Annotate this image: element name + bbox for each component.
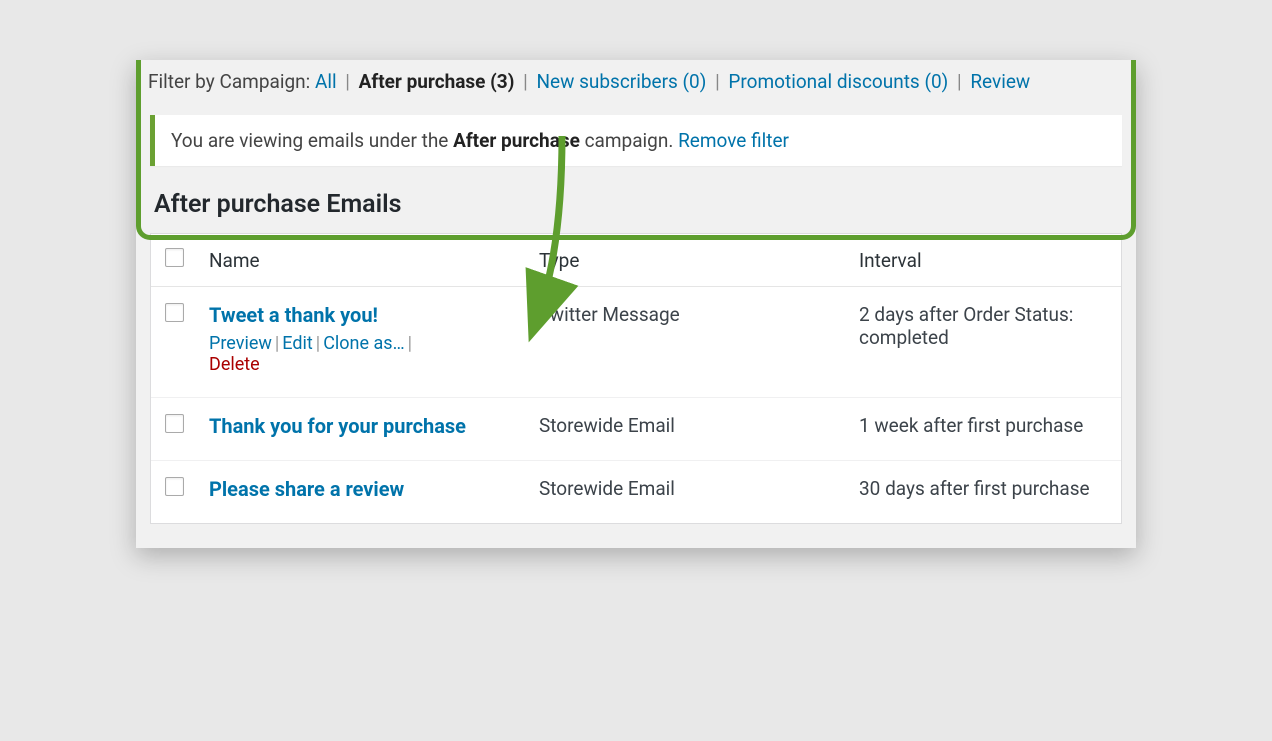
table-row: Tweet a thank you! Preview|Edit|Clone as… <box>151 287 1121 398</box>
email-interval: 30 days after first purchase <box>859 477 1107 501</box>
filter-label: Filter by Campaign: <box>148 70 310 93</box>
table-row: Please share a review Storewide Email 30… <box>151 461 1121 523</box>
filter-separator: | <box>957 70 962 93</box>
notice-prefix: You are viewing emails under the <box>171 129 453 152</box>
notice-suffix: campaign. <box>580 129 678 152</box>
filter-current[interactable]: After purchase (3) <box>359 70 515 93</box>
email-title-link[interactable]: Please share a review <box>209 477 519 501</box>
filter-notice: You are viewing emails under the After p… <box>150 115 1122 166</box>
remove-filter-link[interactable]: Remove filter <box>678 129 789 152</box>
filter-separator: | <box>715 70 720 93</box>
email-admin-panel: Filter by Campaign: All | After purchase… <box>136 60 1136 548</box>
email-interval: 2 days after Order Status: completed <box>859 303 1107 375</box>
row-checkbox[interactable] <box>165 303 184 322</box>
email-interval: 1 week after first purchase <box>859 414 1107 438</box>
select-all-checkbox[interactable] <box>165 248 184 267</box>
preview-link[interactable]: Preview <box>209 333 272 354</box>
table-header: Name Type Interval <box>151 234 1121 287</box>
column-header-type[interactable]: Type <box>539 249 859 272</box>
column-header-interval[interactable]: Interval <box>859 249 1107 272</box>
email-title-link[interactable]: Tweet a thank you! <box>209 303 519 327</box>
email-type: Twitter Message <box>539 303 859 375</box>
clone-link[interactable]: Clone as… <box>323 333 404 354</box>
row-checkbox[interactable] <box>165 414 184 433</box>
table-row: Thank you for your purchase Storewide Em… <box>151 398 1121 461</box>
notice-campaign-name: After purchase <box>453 129 580 152</box>
delete-link[interactable]: Delete <box>209 354 260 375</box>
filter-separator: | <box>523 70 528 93</box>
email-title-link[interactable]: Thank you for your purchase <box>209 414 519 438</box>
column-header-name[interactable]: Name <box>209 249 539 272</box>
filter-separator: | <box>345 70 350 93</box>
emails-table: Name Type Interval Tweet a thank you! Pr… <box>150 233 1122 524</box>
row-actions: Preview|Edit|Clone as…|Delete <box>209 333 519 375</box>
email-type: Storewide Email <box>539 414 859 438</box>
filter-promotional-link[interactable]: Promotional discounts (0) <box>728 70 948 93</box>
filter-all-link[interactable]: All <box>315 70 337 93</box>
email-type: Storewide Email <box>539 477 859 501</box>
filter-new-subscribers-link[interactable]: New subscribers (0) <box>536 70 706 93</box>
section-title: After purchase Emails <box>136 166 1136 233</box>
filter-review-link[interactable]: Review <box>970 70 1030 93</box>
edit-link[interactable]: Edit <box>282 333 312 354</box>
filter-bar: Filter by Campaign: All | After purchase… <box>136 60 1136 103</box>
row-checkbox[interactable] <box>165 477 184 496</box>
